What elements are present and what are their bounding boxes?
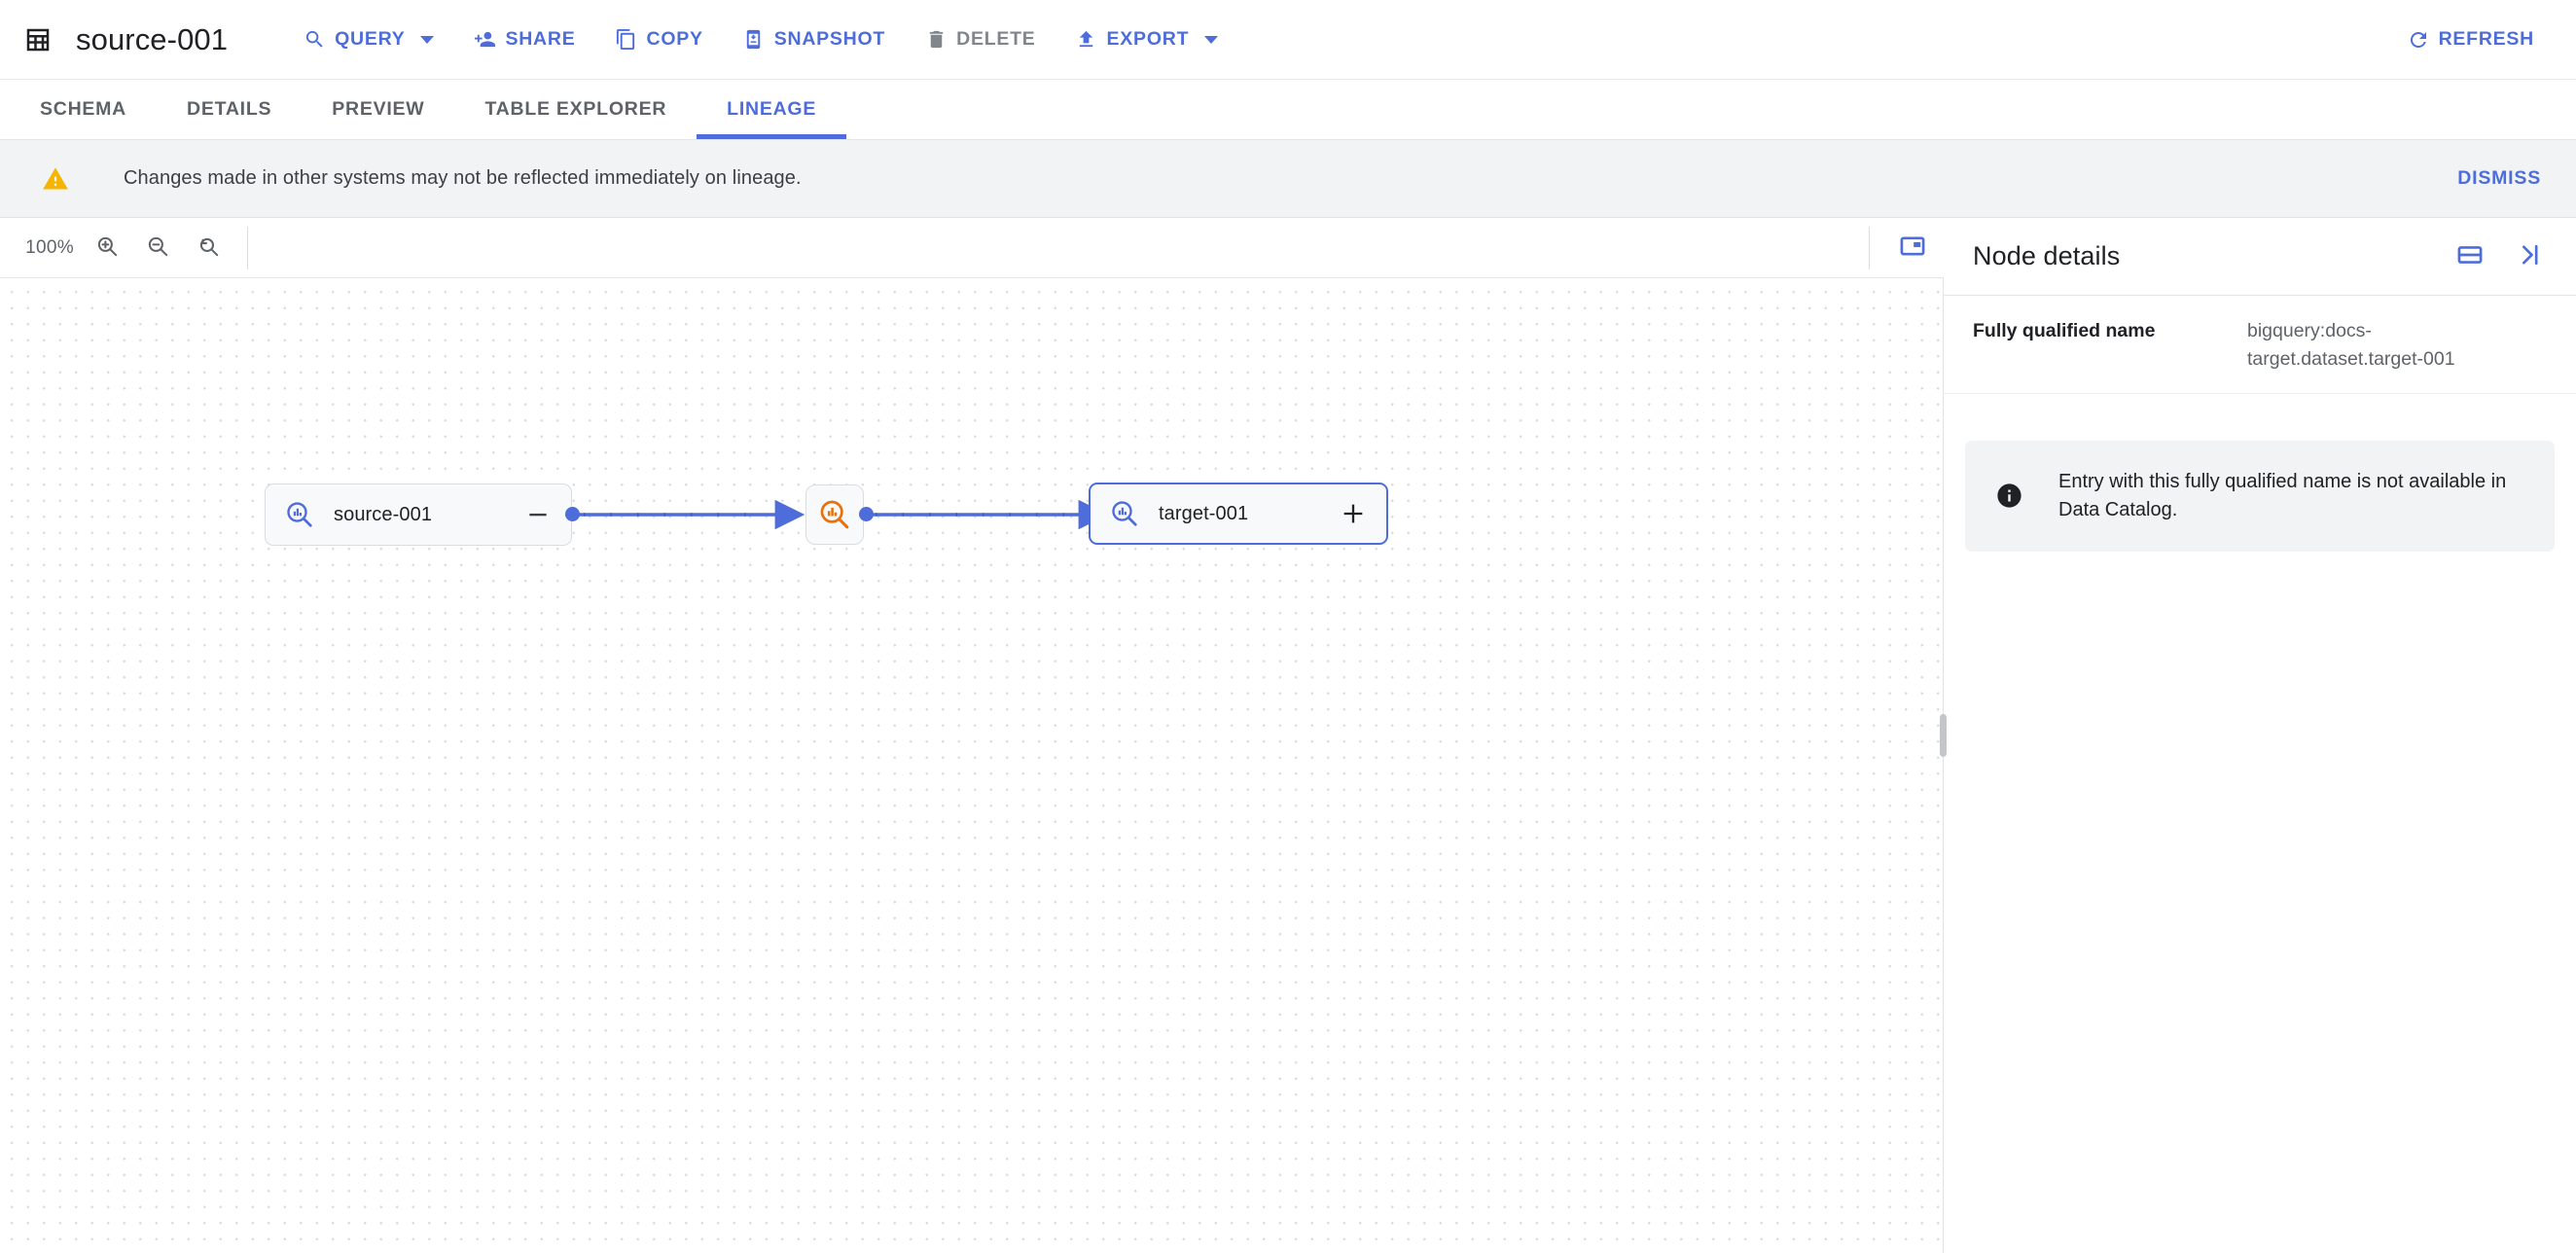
data-lineage-blue-icon	[285, 500, 314, 529]
header-actions: QUERY SHARE COPY SNAPSHOT DELETE EXPORT	[286, 14, 1240, 66]
graph-layer: source-001 target-001	[0, 278, 1943, 1253]
info-icon	[1994, 482, 2023, 511]
copy-button-label: COPY	[646, 28, 703, 50]
bigquery-lineage-page: source-001 QUERY SHARE COPY SNAPSHOT DEL…	[0, 0, 2576, 1253]
lineage-warning-banner: Changes made in other systems may not be…	[0, 140, 2576, 218]
lineage-node-source-001[interactable]: source-001	[265, 483, 572, 546]
zoom-in-icon	[94, 233, 120, 262]
refresh-button[interactable]: REFRESH	[2390, 14, 2551, 66]
node-details-header: Node details	[1944, 218, 2576, 296]
snapshot-icon	[742, 28, 766, 52]
graph-toolbar: 100%	[0, 218, 1944, 278]
banner-dismiss-button[interactable]: DISMISS	[2448, 156, 2551, 201]
tab-details[interactable]: DETAILS	[157, 80, 302, 139]
process-output-port	[859, 507, 874, 521]
lineage-node-label: target-001	[1159, 502, 1249, 524]
search-icon	[303, 28, 326, 52]
zoom-in-button[interactable]	[84, 225, 130, 271]
zoom-out-icon	[145, 233, 170, 262]
lineage-graph-pane: 100% source-001 target-001	[0, 218, 1944, 1253]
banner-message: Changes made in other systems may not be…	[124, 167, 802, 189]
data-catalog-info-text: Entry with this fully qualified name is …	[2058, 470, 2507, 520]
panel-resize-handle[interactable]	[1940, 714, 1947, 757]
export-button-label: EXPORT	[1106, 28, 1190, 50]
node-details-header-actions	[2448, 234, 2551, 279]
copy-icon	[614, 28, 637, 52]
share-button[interactable]: SHARE	[456, 14, 591, 66]
chevron-down-icon	[1204, 35, 1219, 44]
split-pane-button[interactable]	[2448, 234, 2492, 279]
details-key-fully-qualified-name: Fully qualified name	[1973, 320, 2156, 341]
minimap-toggle-button[interactable]	[1889, 225, 1936, 271]
minimap-icon	[1899, 233, 1926, 263]
tab-lineage[interactable]: LINEAGE	[697, 80, 847, 139]
collapse-upstream-button[interactable]	[521, 498, 555, 531]
warning-triangle-icon	[41, 164, 70, 194]
node-details-title: Node details	[1973, 241, 2121, 270]
chevron-down-icon	[420, 35, 435, 44]
lineage-node-target-001[interactable]: target-001	[1089, 483, 1388, 545]
page-header: source-001 QUERY SHARE COPY SNAPSHOT DEL…	[0, 0, 2576, 80]
zoom-reset-button[interactable]	[185, 225, 232, 271]
lineage-node-process[interactable]	[805, 484, 864, 545]
toolbar-divider	[247, 226, 248, 269]
lineage-edges	[572, 499, 1109, 530]
query-button-label: QUERY	[335, 28, 406, 50]
snapshot-button-label: SNAPSHOT	[773, 28, 886, 50]
snapshot-button[interactable]: SNAPSHOT	[726, 14, 902, 66]
node-details-panel: Node details Fully qualified name bigque…	[1940, 218, 2576, 1253]
split-pane-icon	[2456, 241, 2484, 271]
tab-preview[interactable]: PREVIEW	[302, 80, 454, 139]
delete-button-label: DELETE	[956, 28, 1036, 50]
page-body: 100% source-001 target-001 Node details …	[0, 218, 2576, 1253]
delete-button[interactable]: DELETE	[908, 14, 1052, 66]
details-value-fully-qualified-name: bigquery:docs-target.dataset.target-001	[2247, 320, 2455, 370]
data-lineage-blue-icon	[1110, 499, 1139, 528]
page-title: source-001	[76, 21, 229, 56]
zoom-reset-icon	[196, 233, 221, 262]
copy-button[interactable]: COPY	[597, 14, 719, 66]
person-add-icon	[473, 28, 496, 52]
collapse-panel-button[interactable]	[2506, 234, 2551, 279]
refresh-button-label: REFRESH	[2438, 28, 2534, 50]
trash-icon	[924, 28, 948, 52]
share-button-label: SHARE	[505, 28, 576, 50]
table-grid-icon	[21, 23, 54, 56]
zoom-level-label: 100%	[25, 236, 74, 258]
details-row: Fully qualified name bigquery:docs-targe…	[1944, 296, 2576, 394]
lineage-canvas[interactable]: source-001 target-001	[0, 278, 1944, 1253]
data-lineage-orange-icon	[818, 498, 851, 531]
tab-schema[interactable]: SCHEMA	[10, 80, 157, 139]
lineage-node-label: source-001	[334, 503, 433, 525]
data-catalog-info-box: Entry with this fully qualified name is …	[1965, 440, 2555, 552]
tab-bar: SCHEMA DETAILS PREVIEW TABLE EXPLORER LI…	[0, 80, 2576, 140]
collapse-right-icon	[2515, 241, 2542, 271]
tab-table-explorer[interactable]: TABLE EXPLORER	[454, 80, 697, 139]
export-button[interactable]: EXPORT	[1058, 14, 1235, 66]
node-output-port	[565, 507, 580, 521]
query-button[interactable]: QUERY	[286, 14, 450, 66]
zoom-out-button[interactable]	[134, 225, 181, 271]
toolbar-divider-right	[1869, 226, 1870, 269]
expand-downstream-button[interactable]	[1337, 497, 1370, 530]
upload-icon	[1075, 28, 1098, 52]
refresh-icon	[2407, 28, 2430, 52]
